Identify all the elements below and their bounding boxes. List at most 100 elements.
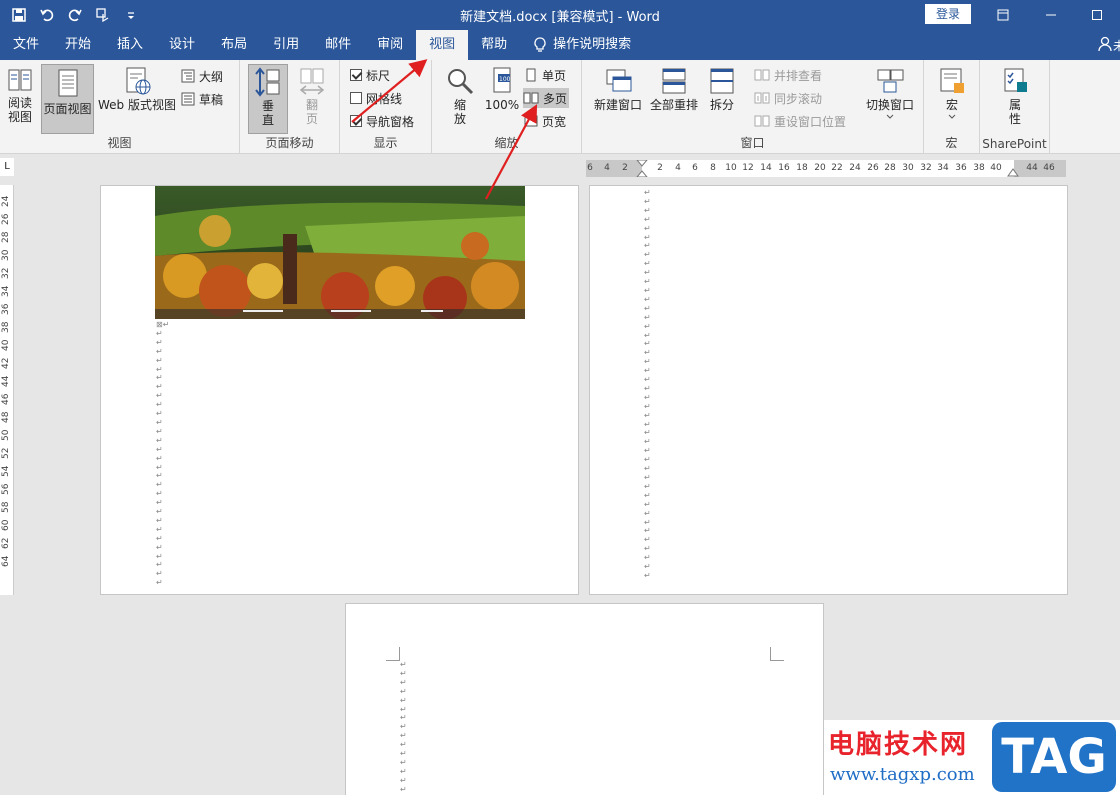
document-page-3[interactable]: ↵ ↵ ↵ ↵ ↵ ↵ ↵ ↵ ↵ ↵ ↵ ↵ ↵ ↵ ↵ bbox=[345, 603, 824, 795]
new-window-button[interactable]: 新建窗口 bbox=[592, 66, 644, 134]
print-layout-button[interactable]: 页面视图 bbox=[41, 64, 94, 134]
paragraph-marks: ↵ ↵ ↵ ↵ ↵ ↵ ↵ ↵ ↵ ↵ ↵ ↵ ↵ ↵ ↵ ↵ ↵ ↵ ↵ ↵ ↵ ↵ ↵ ↵ ↵ ↵ ↵ ↵ ↵ ↵ ↵ ↵ ↵ ↵ ↵ ↵ ↵ ↵ ↵ ↵… bbox=[644, 188, 651, 580]
gridlines-checkbox[interactable]: 网格线 bbox=[350, 88, 402, 108]
right-indent-marker-icon[interactable] bbox=[1007, 167, 1019, 177]
navigation-pane-label: 导航窗格 bbox=[366, 114, 415, 129]
vruler-tick: 26 bbox=[1, 213, 11, 225]
hruler-tick: 14 bbox=[760, 163, 772, 173]
group-label-sharepoint: SharePoint bbox=[982, 137, 1047, 151]
ribbon-display-options-icon[interactable] bbox=[980, 0, 1026, 30]
tab-help[interactable]: 帮助 bbox=[468, 30, 520, 60]
vertical-label: 垂 直 bbox=[261, 99, 274, 127]
tab-view[interactable]: 视图 bbox=[416, 30, 469, 60]
zoom-button[interactable]: 缩 放 bbox=[440, 66, 480, 134]
vruler-tick: 46 bbox=[1, 393, 11, 405]
title-bar: 新建文档.docx [兼容模式] - Word 登录 bbox=[0, 0, 1120, 30]
draft-label: 草稿 bbox=[199, 92, 224, 107]
arrange-all-label: 全部重排 bbox=[649, 98, 698, 112]
reset-window-position-label: 重设窗口位置 bbox=[774, 114, 847, 129]
tab-home[interactable]: 开始 bbox=[52, 30, 104, 60]
properties-icon bbox=[1004, 68, 1027, 92]
side-to-side-icon bbox=[299, 68, 325, 95]
document-page-1[interactable]: ⊠↵ ↵ ↵ ↵ ↵ ↵ ↵ ↵ ↵ ↵ ↵ ↵ ↵ ↵ ↵ ↵ ↵ ↵ ↵ ↵ ↵ ↵ ↵ ↵ ↵ ↵ ↵ ↵ ↵ ↵ bbox=[100, 185, 579, 595]
share-button[interactable]: 未 bbox=[1098, 36, 1120, 54]
group-macros: 宏 宏 bbox=[924, 60, 980, 154]
maximize-icon[interactable] bbox=[1074, 0, 1120, 30]
vruler-tick: 64 bbox=[1, 555, 11, 567]
tab-selector[interactable]: L bbox=[0, 158, 14, 176]
page-width-button[interactable]: 页宽 bbox=[524, 111, 566, 131]
horizontal-ruler[interactable]: 6 4 2 2 4 6 8 10 12 14 16 18 20 22 24 26… bbox=[586, 160, 1066, 177]
vertical-button[interactable]: 垂 直 bbox=[248, 64, 288, 134]
gridlines-label: 网格线 bbox=[366, 91, 403, 106]
one-page-label: 单页 bbox=[542, 68, 567, 83]
reset-window-position-button[interactable]: 重设窗口位置 bbox=[754, 111, 846, 131]
zoom-100-button[interactable]: 100 100% bbox=[482, 66, 522, 134]
web-layout-button[interactable]: Web 版式视图 bbox=[96, 66, 178, 134]
vruler-tick: 44 bbox=[1, 375, 11, 387]
chevron-down-icon bbox=[948, 114, 956, 119]
properties-button[interactable]: 属 性 bbox=[994, 66, 1036, 134]
magnifier-icon bbox=[448, 69, 474, 95]
hruler-tick: 20 bbox=[814, 163, 826, 173]
login-button[interactable]: 登录 bbox=[925, 4, 971, 24]
tab-mailings[interactable]: 邮件 bbox=[312, 30, 364, 60]
tab-layout[interactable]: 布局 bbox=[208, 30, 260, 60]
hruler-tick: 4 bbox=[675, 163, 681, 173]
one-page-icon bbox=[526, 68, 536, 82]
tab-references[interactable]: 引用 bbox=[260, 30, 312, 60]
document-page-2[interactable]: ↵ ↵ ↵ ↵ ↵ ↵ ↵ ↵ ↵ ↵ ↵ ↵ ↵ ↵ ↵ ↵ ↵ ↵ ↵ ↵ ↵ ↵ ↵ ↵ ↵ ↵ ↵ ↵ ↵ ↵ ↵ ↵ ↵ ↵ ↵ ↵ ↵ ↵ ↵ ↵… bbox=[589, 185, 1068, 595]
gridlines-check-icon bbox=[350, 92, 362, 104]
vruler-tick: 42 bbox=[1, 357, 11, 369]
draft-button[interactable]: 草稿 bbox=[181, 89, 223, 109]
zoom-100-label: 100% bbox=[484, 98, 520, 112]
tab-design[interactable]: 设计 bbox=[156, 30, 208, 60]
view-side-by-side-button[interactable]: 并排查看 bbox=[754, 65, 822, 85]
tab-insert[interactable]: 插入 bbox=[104, 30, 156, 60]
vruler-tick: 54 bbox=[1, 465, 11, 477]
web-layout-icon bbox=[126, 67, 151, 95]
group-label-zoom: 缩放 bbox=[494, 136, 519, 150]
indent-marker-icon[interactable] bbox=[636, 160, 648, 177]
group-page-movement: 垂 直 翻 页 页面移动 bbox=[240, 60, 340, 154]
read-mode-icon bbox=[8, 69, 32, 91]
inserted-photo[interactable] bbox=[155, 186, 525, 319]
multiple-pages-button[interactable]: 多页 bbox=[523, 88, 570, 108]
hruler-tick: 40 bbox=[990, 163, 1002, 173]
macros-button[interactable]: 宏 bbox=[932, 66, 972, 134]
arrange-all-button[interactable]: 全部重排 bbox=[648, 66, 700, 134]
vertical-scroll-icon bbox=[255, 67, 280, 97]
multiple-pages-icon bbox=[523, 92, 539, 104]
side-to-side-button[interactable]: 翻 页 bbox=[292, 66, 332, 134]
chevron-down-icon bbox=[886, 114, 894, 119]
vertical-ruler[interactable]: 24 26 28 30 32 34 36 38 40 42 44 46 48 5… bbox=[0, 185, 14, 595]
ruler-checkbox[interactable]: 标尺 bbox=[350, 65, 390, 85]
group-show: 标尺 网格线 导航窗格 显示 bbox=[340, 60, 432, 154]
hruler-tick: 32 bbox=[920, 163, 932, 173]
hruler-tick: 2 bbox=[657, 163, 663, 173]
group-label-show: 显示 bbox=[373, 136, 398, 150]
read-mode-button[interactable]: 阅读 视图 bbox=[2, 66, 38, 134]
tab-review[interactable]: 审阅 bbox=[364, 30, 416, 60]
group-views: 阅读 视图 页面视图 Web 版式视图 大纲 草稿 视图 bbox=[0, 60, 240, 154]
synchronous-scrolling-label: 同步滚动 bbox=[774, 91, 823, 106]
synchronous-scrolling-button[interactable]: 同步滚动 bbox=[754, 88, 822, 108]
new-window-label: 新建窗口 bbox=[593, 98, 642, 112]
outline-button[interactable]: 大纲 bbox=[181, 66, 223, 86]
switch-windows-button[interactable]: 切换窗口 bbox=[862, 66, 918, 134]
minimize-icon[interactable] bbox=[1028, 0, 1074, 30]
page-width-icon bbox=[524, 115, 538, 127]
navigation-pane-checkbox[interactable]: 导航窗格 bbox=[350, 111, 414, 131]
vruler-tick: 28 bbox=[1, 231, 11, 243]
properties-label: 属 性 bbox=[1008, 98, 1021, 126]
ribbon-tabs: 文件 开始 插入 设计 布局 引用 邮件 审阅 视图 帮助 操作说明搜索 bbox=[0, 30, 1120, 60]
tab-file[interactable]: 文件 bbox=[0, 30, 52, 60]
watermark-tag-logo: TAG bbox=[992, 722, 1116, 792]
split-button[interactable]: 拆分 bbox=[704, 66, 740, 134]
one-page-button[interactable]: 单页 bbox=[524, 65, 566, 85]
hruler-tick: 4 bbox=[604, 163, 610, 173]
group-label-macros: 宏 bbox=[945, 136, 958, 150]
hruler-tick: 26 bbox=[867, 163, 879, 173]
hruler-tick: 8 bbox=[710, 163, 716, 173]
tell-me-search[interactable]: 操作说明搜索 bbox=[520, 30, 644, 60]
